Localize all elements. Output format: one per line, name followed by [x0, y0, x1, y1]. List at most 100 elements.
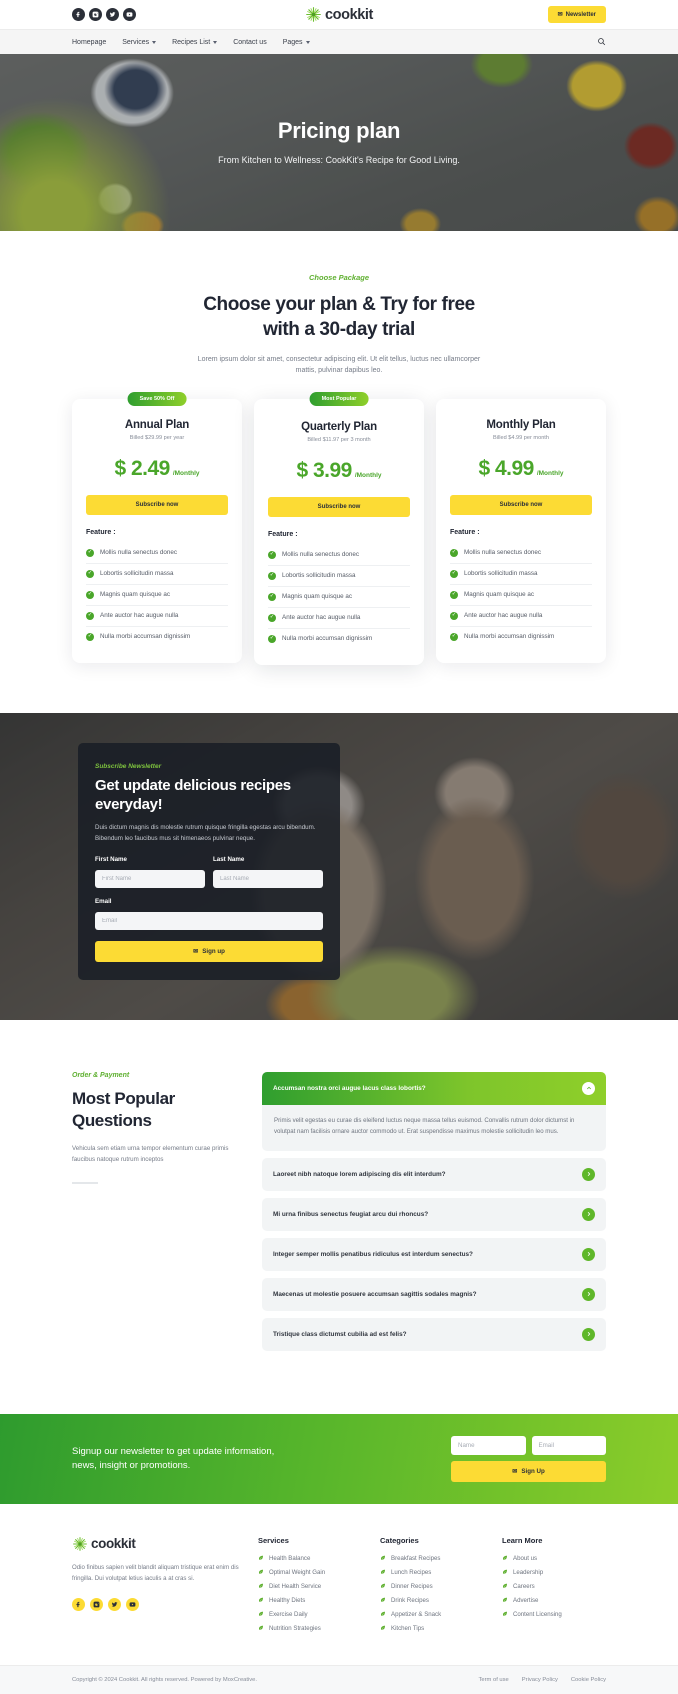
footer-link-label: About us	[513, 1554, 538, 1562]
instagram-icon[interactable]	[90, 1597, 103, 1611]
feature-text: Magnis quam quisque ac	[282, 593, 353, 601]
footer-link[interactable]: Health Balance	[258, 1555, 362, 1562]
facebook-icon[interactable]	[72, 8, 85, 21]
faq-question-header[interactable]: Accumsan nostra orci augue lacus class l…	[262, 1071, 606, 1105]
plan-price: $ 3.99	[296, 458, 352, 482]
subscribe-button[interactable]: Subscribe now	[268, 496, 410, 517]
footer-column-title: Categories	[380, 1535, 419, 1545]
faq-question-text: Tristique class dictumst cubilia ad est …	[273, 1330, 407, 1338]
legal-link-privacy-policy[interactable]: Privacy Policy	[522, 1677, 558, 1683]
facebook-icon[interactable]	[72, 1597, 85, 1611]
list-item: ✓ Ante auctor hac augue nulla	[268, 608, 410, 629]
cta-name-input[interactable]	[451, 1435, 526, 1455]
signup-button-label: Sign up	[202, 948, 225, 956]
last-name-input[interactable]	[213, 870, 323, 889]
footer-link[interactable]: Optimal Weight Gain	[258, 1569, 362, 1576]
feature-text: Ante auctor hac augue nulla	[100, 612, 179, 620]
leaf-icon	[258, 1555, 264, 1561]
badge-save-50-off: Save 50% Off	[127, 391, 187, 406]
leaf-icon	[258, 1597, 264, 1603]
footer-link-list: About us Leadership Careers Advertise Co…	[502, 1555, 606, 1618]
nav-item-services[interactable]: Services	[122, 38, 157, 46]
chevron-right-icon[interactable]	[582, 1207, 595, 1221]
leaf-icon	[258, 1625, 264, 1631]
brand-logo[interactable]: cookkit	[305, 6, 373, 23]
faq-question-header[interactable]: Mi urna finibus senectus feugiat arcu du…	[262, 1197, 606, 1231]
chevron-up-icon[interactable]	[582, 1081, 595, 1095]
subscribe-title: Get update delicious recipes everyday!	[95, 776, 291, 813]
cta-text-line1: Signup our newsletter to get update info…	[72, 1445, 275, 1457]
nav-item-recipes-list[interactable]: Recipes List	[172, 39, 218, 46]
first-name-input[interactable]	[95, 870, 205, 889]
faq-question-header[interactable]: Laoreet nibh natoque lorem adipiscing di…	[262, 1157, 606, 1191]
list-item: ✓ Mollis nulla senectus donec	[450, 543, 592, 564]
youtube-icon[interactable]	[123, 8, 136, 21]
youtube-icon[interactable]	[126, 1597, 139, 1611]
plan-name: Quarterly Plan	[301, 420, 377, 433]
nav-item-homepage[interactable]: Homepage	[72, 39, 106, 46]
list-item: ✓ Nulla morbi accumsan dignissim	[86, 627, 228, 647]
cta-email-input[interactable]	[531, 1435, 606, 1455]
cta-text-line2: news, insight or promotions.	[72, 1459, 191, 1471]
subscribe-button[interactable]: Subscribe now	[86, 494, 228, 515]
chevron-right-icon[interactable]	[582, 1327, 595, 1341]
faq-answer-text: Primis velit egestas eu curae dis eleife…	[262, 1104, 606, 1151]
instagram-icon[interactable]	[89, 8, 102, 21]
topbar-social-links	[72, 8, 136, 21]
footer-link[interactable]: Appetizer & Snack	[380, 1611, 484, 1618]
faq-question-header[interactable]: Integer semper mollis penatibus ridiculu…	[262, 1237, 606, 1271]
footer-link[interactable]: Kitchen Tips	[380, 1625, 484, 1632]
chevron-right-icon[interactable]	[582, 1167, 595, 1181]
footer-link[interactable]: Exercise Daily	[258, 1611, 362, 1618]
footer-link[interactable]: Diet Health Service	[258, 1583, 362, 1590]
footer-link-label: Leadership	[513, 1568, 544, 1576]
footer-link-label: Appetizer & Snack	[391, 1610, 442, 1618]
nav-label: Contact us	[233, 38, 267, 46]
cta-signup-button[interactable]: ✉ Sign Up	[451, 1460, 606, 1482]
legal-link-term-of-use[interactable]: Term of use	[479, 1677, 509, 1683]
nav-item-pages[interactable]: Pages	[283, 39, 310, 46]
first-name-label: First Name	[95, 856, 127, 864]
subscribe-button[interactable]: Subscribe now	[450, 494, 592, 515]
nav-label: Services	[122, 38, 150, 46]
footer-link-label: Kitchen Tips	[391, 1624, 425, 1632]
subscribe-signup-button[interactable]: ✉ Sign up	[95, 941, 323, 963]
faq-question-header[interactable]: Maecenas ut molestie posuere accumsan sa…	[262, 1277, 606, 1311]
footer-column-title: Learn More	[502, 1535, 543, 1545]
check-icon: ✓	[268, 613, 276, 622]
cta-text: Signup our newsletter to get update info…	[72, 1445, 431, 1474]
faq-question-header[interactable]: Tristique class dictumst cubilia ad est …	[262, 1317, 606, 1351]
footer-link[interactable]: Content Licensing	[502, 1611, 606, 1618]
subscribe-description: Duis dictum magnis dis molestie rutrum q…	[95, 824, 316, 842]
legal-link-cookie-policy[interactable]: Cookie Policy	[571, 1677, 606, 1683]
page-title: Pricing plan	[277, 117, 401, 143]
feature-label: Feature :	[268, 530, 298, 538]
chevron-right-icon[interactable]	[582, 1247, 595, 1261]
twitter-icon[interactable]	[106, 8, 119, 21]
nav-item-contact-us[interactable]: Contact us	[233, 39, 266, 46]
feature-text: Nulla morbi accumsan dignissim	[464, 633, 555, 641]
list-item: ✓ Nulla morbi accumsan dignissim	[450, 627, 592, 647]
footer-link[interactable]: Breakfast Recipes	[380, 1555, 484, 1562]
footer-brand-logo[interactable]: cookkit	[72, 1536, 240, 1552]
footer-link[interactable]: Advertise	[502, 1597, 606, 1604]
footer-link[interactable]: Nutrition Strategies	[258, 1625, 362, 1632]
footer-link[interactable]: Healthy Diets	[258, 1597, 362, 1604]
email-input[interactable]	[95, 912, 323, 931]
newsletter-button[interactable]: ✉ Newsletter	[547, 6, 606, 23]
plan-billed: Billed $4.99 per month	[493, 434, 549, 441]
footer-link[interactable]: Leadership	[502, 1569, 606, 1576]
search-icon[interactable]	[597, 33, 606, 51]
footer-link[interactable]: Lunch Recipes	[380, 1569, 484, 1576]
chevron-right-icon[interactable]	[582, 1287, 595, 1301]
footer-link[interactable]: Careers	[502, 1583, 606, 1590]
twitter-icon[interactable]	[108, 1597, 121, 1611]
list-item: ✓ Ante auctor hac augue nulla	[86, 606, 228, 627]
feature-text: Ante auctor hac augue nulla	[464, 612, 543, 620]
plan-period: /Monthly	[536, 469, 564, 477]
footer-link[interactable]: Drink Recipes	[380, 1597, 484, 1604]
envelope-icon: ✉	[512, 1467, 518, 1475]
footer-link[interactable]: About us	[502, 1555, 606, 1562]
footer-link[interactable]: Dinner Recipes	[380, 1583, 484, 1590]
faq-item: Maecenas ut molestie posuere accumsan sa…	[262, 1277, 606, 1311]
